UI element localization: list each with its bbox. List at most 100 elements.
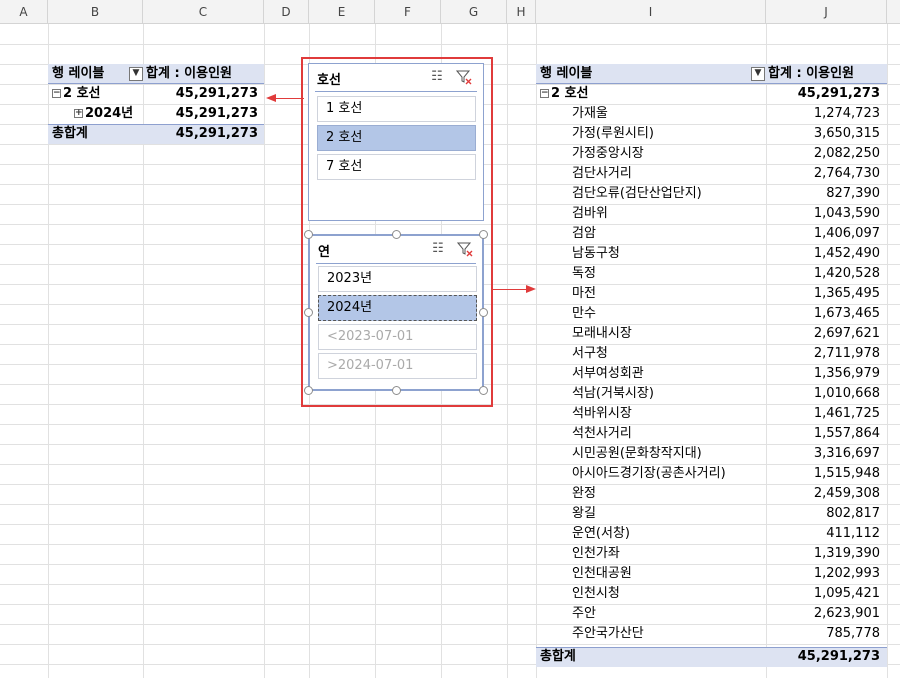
- slicer-line-item-7[interactable]: 7 호선: [317, 154, 476, 180]
- station-name[interactable]: 가재울: [572, 104, 766, 124]
- station-name[interactable]: 주안국가산단: [572, 624, 766, 644]
- station-value[interactable]: 1,043,590: [766, 204, 880, 224]
- multi-select-icon[interactable]: ☷: [429, 69, 445, 85]
- station-name[interactable]: 검단오류(검단산업단지): [572, 184, 766, 204]
- multi-select-icon[interactable]: ☷: [430, 241, 446, 257]
- filter-dropdown-icon[interactable]: ▼: [751, 67, 765, 81]
- station-value[interactable]: 802,817: [766, 504, 880, 524]
- column-header-e[interactable]: E: [309, 0, 375, 24]
- station-value[interactable]: 1,452,490: [766, 244, 880, 264]
- station-value[interactable]: 1,095,421: [766, 584, 880, 604]
- column-header-d[interactable]: D: [264, 0, 309, 24]
- resize-handle[interactable]: [479, 386, 488, 395]
- station-value[interactable]: 1,365,495: [766, 284, 880, 304]
- resize-handle[interactable]: [392, 386, 401, 395]
- group-row-label[interactable]: −2 호선: [52, 84, 142, 104]
- station-name[interactable]: 서부여성회관: [572, 364, 766, 384]
- slicer-year[interactable]: 연 ☷ 2023년 2024년 <2023-07-01 >2024-07-01: [308, 234, 484, 391]
- station-name[interactable]: 인천시청: [572, 584, 766, 604]
- station-value[interactable]: 2,082,250: [766, 144, 880, 164]
- slicer-year-divider: [316, 263, 476, 264]
- station-value[interactable]: 1,356,979: [766, 364, 880, 384]
- grid-row-line: [0, 44, 900, 45]
- station-name[interactable]: 서구청: [572, 344, 766, 364]
- station-value[interactable]: 2,711,978: [766, 344, 880, 364]
- resize-handle[interactable]: [304, 386, 313, 395]
- filter-dropdown-icon[interactable]: ▼: [129, 67, 143, 81]
- station-name[interactable]: 아시아드경기장(공촌사거리): [572, 464, 766, 484]
- station-name[interactable]: 남동구청: [572, 244, 766, 264]
- column-header-bar: A B C D E F G H I J: [0, 0, 900, 24]
- slicer-line[interactable]: 호선 ☷ 1 호선 2 호선 7 호선: [308, 63, 484, 221]
- column-header-f[interactable]: F: [375, 0, 441, 24]
- column-header-a[interactable]: A: [0, 0, 48, 24]
- station-value[interactable]: 1,274,723: [766, 104, 880, 124]
- resize-handle[interactable]: [304, 308, 313, 317]
- column-header-c[interactable]: C: [143, 0, 264, 24]
- station-value[interactable]: 1,461,725: [766, 404, 880, 424]
- clear-filter-icon[interactable]: [455, 69, 472, 85]
- station-value[interactable]: 2,623,901: [766, 604, 880, 624]
- station-name[interactable]: 왕길: [572, 504, 766, 524]
- station-value[interactable]: 1,010,668: [766, 384, 880, 404]
- collapse-icon[interactable]: −: [52, 89, 61, 98]
- station-name[interactable]: 주안: [572, 604, 766, 624]
- station-name[interactable]: 마전: [572, 284, 766, 304]
- column-header-k[interactable]: [887, 0, 900, 24]
- year-row-label[interactable]: +2024년: [74, 104, 144, 124]
- station-name[interactable]: 가정중앙시장: [572, 144, 766, 164]
- slicer-year-item-2024[interactable]: 2024년: [318, 295, 477, 321]
- station-name[interactable]: 인천대공원: [572, 564, 766, 584]
- column-header-j[interactable]: J: [766, 0, 887, 24]
- station-name[interactable]: 검단사거리: [572, 164, 766, 184]
- column-header-g[interactable]: G: [441, 0, 507, 24]
- station-value[interactable]: 2,697,621: [766, 324, 880, 344]
- station-value[interactable]: 1,319,390: [766, 544, 880, 564]
- station-name[interactable]: 가정(루원시티): [572, 124, 766, 144]
- station-name[interactable]: 운연(서창): [572, 524, 766, 544]
- collapse-icon[interactable]: −: [540, 89, 549, 98]
- station-name[interactable]: 인천가좌: [572, 544, 766, 564]
- station-value[interactable]: 1,202,993: [766, 564, 880, 584]
- expand-icon[interactable]: +: [74, 109, 83, 118]
- clear-filter-icon[interactable]: [456, 241, 473, 257]
- resize-handle[interactable]: [392, 230, 401, 239]
- station-name[interactable]: 석바위시장: [572, 404, 766, 424]
- station-value[interactable]: 1,420,528: [766, 264, 880, 284]
- station-value[interactable]: 3,650,315: [766, 124, 880, 144]
- slicer-year-title: 연: [318, 245, 330, 260]
- station-value[interactable]: 3,316,697: [766, 444, 880, 464]
- slicer-line-item-2[interactable]: 2 호선: [317, 125, 476, 151]
- station-value[interactable]: 2,459,308: [766, 484, 880, 504]
- station-name[interactable]: 시민공원(문화창작지대): [572, 444, 766, 464]
- station-value[interactable]: 411,112: [766, 524, 880, 544]
- station-name[interactable]: 검바위: [572, 204, 766, 224]
- group-row-label[interactable]: −2 호선: [540, 84, 660, 104]
- station-name[interactable]: 석남(거북시장): [572, 384, 766, 404]
- station-name[interactable]: 만수: [572, 304, 766, 324]
- arrow-head-left: [266, 94, 276, 102]
- column-header-h[interactable]: H: [507, 0, 536, 24]
- station-value[interactable]: 1,515,948: [766, 464, 880, 484]
- slicer-year-item-2023[interactable]: 2023년: [318, 266, 477, 292]
- station-value[interactable]: 827,390: [766, 184, 880, 204]
- station-name[interactable]: 완정: [572, 484, 766, 504]
- slicer-line-item-1[interactable]: 1 호선: [317, 96, 476, 122]
- column-header-b[interactable]: B: [48, 0, 143, 24]
- year-label-text: 2024년: [85, 106, 134, 121]
- station-value[interactable]: 785,778: [766, 624, 880, 644]
- resize-handle[interactable]: [304, 230, 313, 239]
- resize-handle[interactable]: [479, 230, 488, 239]
- station-name[interactable]: 모래내시장: [572, 324, 766, 344]
- station-value[interactable]: 2,764,730: [766, 164, 880, 184]
- slicer-year-item-after[interactable]: >2024-07-01: [318, 353, 477, 379]
- column-header-i[interactable]: I: [536, 0, 766, 24]
- resize-handle[interactable]: [479, 308, 488, 317]
- station-name[interactable]: 독정: [572, 264, 766, 284]
- station-value[interactable]: 1,406,097: [766, 224, 880, 244]
- slicer-year-item-before[interactable]: <2023-07-01: [318, 324, 477, 350]
- station-value[interactable]: 1,673,465: [766, 304, 880, 324]
- station-name[interactable]: 검암: [572, 224, 766, 244]
- station-value[interactable]: 1,557,864: [766, 424, 880, 444]
- station-name[interactable]: 석천사거리: [572, 424, 766, 444]
